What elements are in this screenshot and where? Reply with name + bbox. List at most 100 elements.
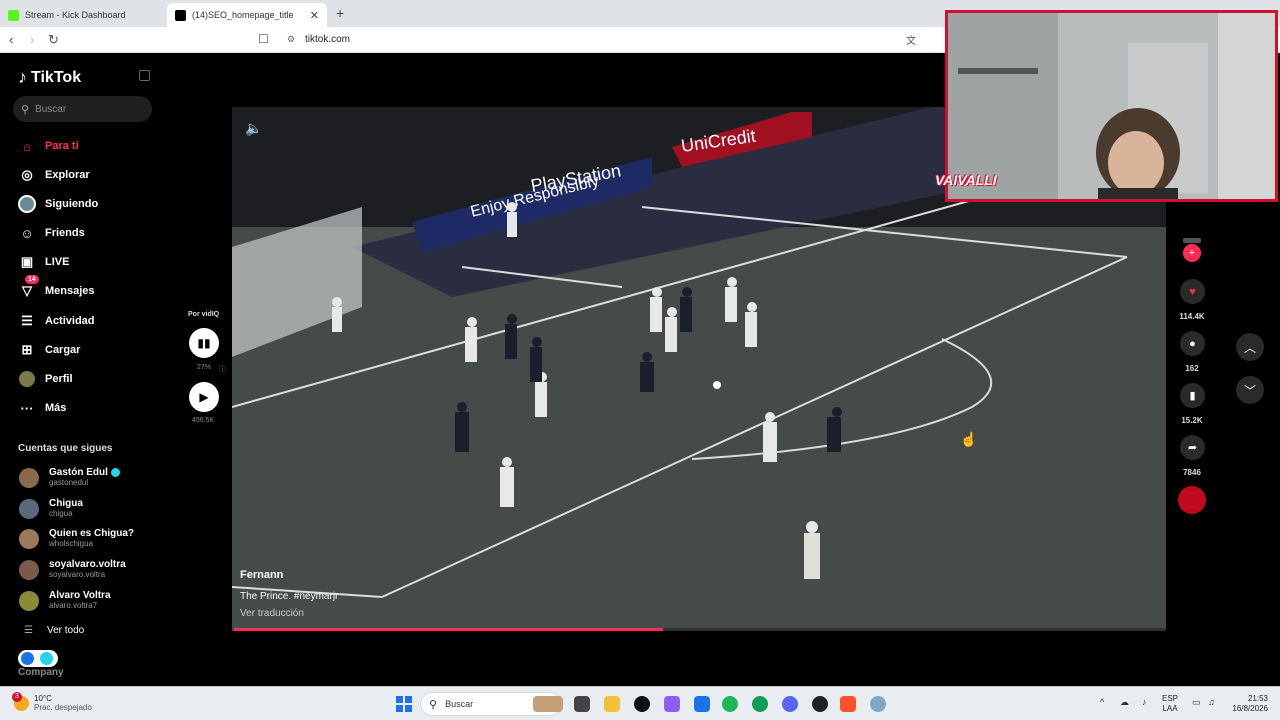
search-input[interactable]: ⚲ Buscar [13,96,152,122]
messages-icon: ▽ 14 [18,275,39,300]
footer-company-link[interactable]: Company [18,667,64,678]
sidebar-item-mensajes[interactable]: ▽ 14 Mensajes [18,275,95,300]
following-item[interactable]: Gastón Edul gastonedul [19,467,120,488]
task-view-icon[interactable] [574,696,590,712]
chevron-up-icon[interactable]: ^ [1100,697,1104,707]
sidebar-item-siguiendo[interactable]: Siguiendo [18,195,98,213]
follow-plus-button[interactable]: + [1183,244,1201,262]
account-handle: chigua [49,509,73,518]
sidebar-item-label: Para ti [45,140,79,152]
windows-start-icon[interactable] [396,696,412,712]
sidebar-item-explorar[interactable]: ◎ Explorar [18,166,89,184]
sidebar-item-label: Siguiendo [45,198,99,210]
share-button[interactable]: ➦ [1180,435,1205,460]
account-name: Quien es Chigua? [49,528,135,539]
following-item[interactable]: soyalvaro.voltra soyalvaro.voltra [19,559,126,580]
lang-bottom: LAA [1162,704,1178,713]
video-progress-fill [234,628,663,631]
url-field[interactable]: tiktok.com [305,34,350,45]
video-progress-bar[interactable] [234,628,1166,631]
sidebar-item-mas[interactable]: ··· Más [18,399,67,417]
store-icon[interactable] [694,696,710,712]
app-icon[interactable] [634,696,650,712]
network-icon[interactable]: ☁ [1120,697,1129,708]
reload-icon[interactable]: ↻ [48,32,59,48]
vidiq-percent: 27% [197,364,212,371]
weather-temp: 10°C [34,694,52,703]
following-item[interactable]: Quien es Chigua? wholschigua [19,528,134,549]
volume-icon[interactable]: 🔈 [245,120,262,137]
app-icon[interactable] [870,696,886,712]
collapse-sidebar-icon[interactable] [139,70,150,81]
weather-widget[interactable]: 3 10°C Prac. despejado [12,691,92,712]
weather-sun-icon: 3 [12,691,29,711]
brave-icon[interactable] [840,696,856,712]
search-icon: ⚲ [429,698,438,711]
edge-icon[interactable] [752,696,768,712]
vidiq-label: Por vidIQ [188,311,220,318]
upload-icon: ⊞ [21,342,33,357]
video-username[interactable]: Fernann [240,569,283,581]
taskbar-search-placeholder: Buscar [445,699,474,709]
app-icon[interactable] [812,696,828,712]
sound-disc-icon[interactable] [1178,486,1206,514]
verified-icon [110,467,120,477]
system-clock[interactable]: 21:53 16/8/2026 [1228,694,1268,714]
clock-date: 16/8/2026 [1232,704,1268,713]
next-video-button[interactable]: ﹀ [1236,376,1264,404]
tiktok-logo[interactable]: ♪ TikTok [18,67,81,88]
tab-kick-dashboard[interactable]: Stream - Kick Dashboard [0,3,165,27]
sidebar-item-actividad[interactable]: ☰ Actividad [18,312,94,330]
like-count: 114.4K [1179,312,1205,321]
following-item[interactable]: Alvaro Voltra alvaro.voltra7 [19,590,111,611]
vidiq-views: 456.5K [192,417,215,424]
display-icon[interactable]: ▭ [1192,697,1201,708]
save-button[interactable]: ▮ [1180,383,1205,408]
creator-avatar[interactable] [1183,238,1201,243]
previous-video-button[interactable]: ︿ [1236,333,1264,361]
forward-icon[interactable]: › [30,32,34,47]
company-badge [18,650,58,667]
kick-icon [8,9,19,21]
sidebar-item-cargar[interactable]: ⊞ Cargar [18,341,81,359]
site-info-icon[interactable]: ⚙ [287,34,295,45]
sidebar-item-para-ti[interactable]: ⌂ Para ti [18,137,79,155]
language-indicator[interactable]: ESP LAA [1162,694,1178,714]
microphone-icon[interactable]: ♪ [1142,697,1147,707]
following-item[interactable]: Chigua chigua [19,498,83,519]
account-handle: gastonedul [49,478,89,487]
file-explorer-icon[interactable] [604,696,620,712]
sidebar-item-label: Perfil [45,373,73,385]
account-name: Alvaro Voltra [49,590,111,601]
info-icon[interactable]: ⓘ [219,364,226,374]
vidiq-play-button[interactable]: ▶ [189,382,219,412]
translate-icon[interactable]: 文 [906,32,916,47]
spotify-icon[interactable] [722,696,738,712]
profile-icon [18,370,36,388]
back-icon[interactable]: ‹ [9,32,13,47]
sidebar-item-label: Más [45,402,67,414]
discord-icon[interactable] [782,696,798,712]
sidebar-item-perfil[interactable]: Perfil [18,370,73,388]
chevron-down-icon: ﹀ [1243,383,1256,398]
lang-top: ESP [1162,694,1179,703]
account-name: Gastón Edul [49,467,108,478]
see-translation-link[interactable]: Ver traducción [240,608,304,619]
like-button[interactable]: ♥ [1180,279,1205,304]
home-icon: ⌂ [23,138,31,154]
account-handle: alvaro.voltra7 [49,601,98,610]
tab-tiktok[interactable]: (14)SEO_homepage_title ✕ [167,3,327,27]
sidebar-item-live[interactable]: ▣ LIVE [18,253,70,271]
vidiq-stats-button[interactable]: ▮▮ [189,328,219,358]
following-section-title: Cuentas que sigues [18,443,113,454]
see-all-button[interactable]: ☰ Ver todo [24,625,84,636]
comment-button[interactable]: ● [1180,331,1205,356]
play-icon: ▶ [199,390,209,404]
copilot-icon[interactable] [664,696,680,712]
bookmark-icon[interactable]: ☐ [258,32,269,46]
close-icon[interactable]: ✕ [310,9,319,22]
sidebar-item-friends[interactable]: ☺ Friends [18,224,84,242]
volume-icon[interactable]: ♫ [1208,697,1215,707]
hand-cursor-icon: ☝ [960,431,978,447]
new-tab-button[interactable]: + [336,5,344,21]
